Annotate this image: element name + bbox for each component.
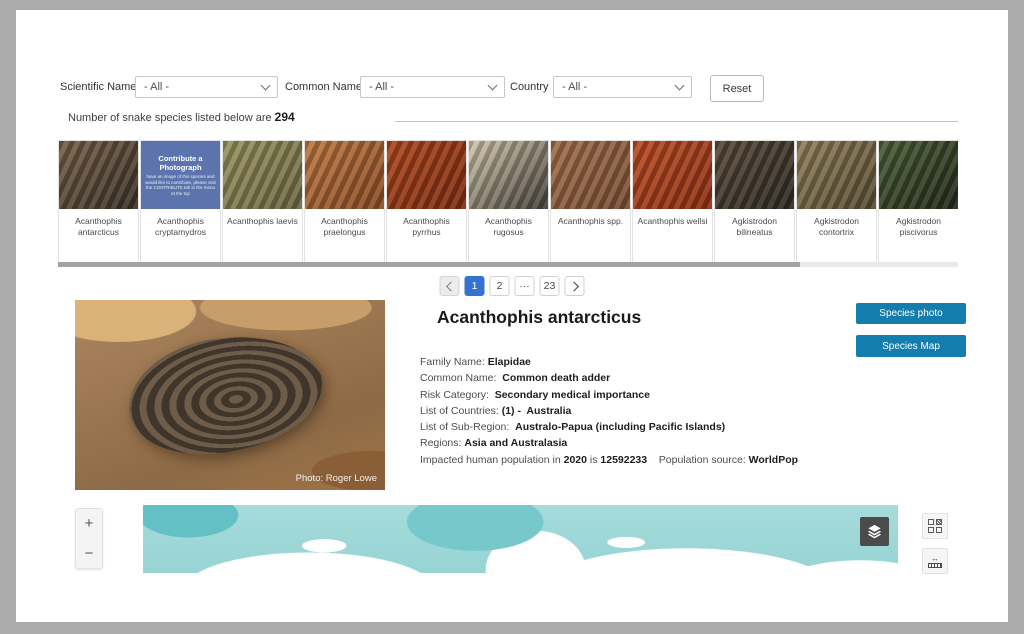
species-card[interactable]: Contribute a Photograph have an image of …	[140, 140, 221, 263]
filter-bar: Scientific Name - All - Common Name - Al…	[16, 76, 1008, 100]
detail-row: Risk Category: Secondary medical importa…	[420, 387, 850, 403]
species-thumbnail	[387, 141, 466, 209]
pagination-page-2[interactable]: 2	[490, 276, 510, 296]
layers-button[interactable]	[860, 517, 889, 546]
species-card-label: Acanthophis laevis	[223, 209, 302, 227]
ruler-icon	[928, 563, 942, 568]
layers-icon	[866, 523, 883, 540]
reset-button[interactable]: Reset	[710, 75, 764, 102]
species-thumbnail	[223, 141, 302, 209]
chevron-down-icon	[675, 81, 685, 91]
pagination-prev-button[interactable]	[440, 276, 460, 296]
detail-row: Common Name: Common death adder	[420, 370, 850, 386]
divider	[395, 121, 958, 122]
species-card-label: Agkistrodon contortrix	[797, 209, 876, 238]
species-card-label: Acanthophis rugosus	[469, 209, 548, 238]
species-card-label: Agkistrodon piscivorus	[879, 209, 958, 238]
species-card[interactable]: Acanthophis praelongus	[304, 140, 385, 263]
detail-row: List of Countries: (1) - Australia	[420, 403, 850, 419]
species-card[interactable]: Acanthophis wellsi	[632, 140, 713, 263]
carousel-scrollbar-track[interactable]	[58, 262, 958, 267]
species-card[interactable]: Acanthophis spp.	[550, 140, 631, 263]
common-name-value: - All -	[369, 81, 394, 93]
detail-row: Impacted human population in 2020 is 125…	[420, 452, 850, 468]
country-value: - All -	[562, 81, 587, 93]
species-thumbnail	[469, 141, 548, 209]
country-select[interactable]: - All -	[553, 76, 692, 98]
species-card[interactable]: Acanthophis rugosus	[468, 140, 549, 263]
map-zoom-control: + −	[75, 508, 103, 569]
pagination-page-1[interactable]: 1	[465, 276, 485, 296]
species-card[interactable]: Agkistrodon piscivorus	[878, 140, 958, 263]
snake-illustration	[121, 325, 330, 465]
species-photo: Photo: Roger Lowe	[75, 300, 385, 490]
species-thumbnail	[797, 141, 876, 209]
species-map[interactable]	[143, 505, 898, 573]
species-thumbnail: Contribute a Photograph have an image of …	[141, 141, 220, 209]
species-map-button[interactable]: Species Map	[856, 335, 966, 357]
zoom-in-button[interactable]: +	[76, 509, 102, 539]
detail-row: Family Name: Elapidae	[420, 354, 850, 370]
species-action-buttons: Species photo Species Map	[856, 303, 966, 357]
measure-icon: ↔	[931, 555, 939, 562]
species-thumbnail	[59, 141, 138, 209]
species-count-value: 294	[275, 110, 295, 124]
detail-row: List of Sub-Region: Australo-Papua (incl…	[420, 419, 850, 435]
carousel-scrollbar-thumb[interactable]	[58, 262, 800, 267]
scientific-name-select[interactable]: - All -	[135, 76, 278, 98]
pagination: 12···23	[440, 276, 585, 296]
scientific-name-label: Scientific Name	[60, 81, 136, 93]
species-card[interactable]: Agkistrodon bilineatus	[714, 140, 795, 263]
contribute-text: have an image of this species and would …	[144, 174, 217, 196]
species-card-label: Acanthophis spp.	[551, 209, 630, 227]
photo-credit: Photo: Roger Lowe	[296, 473, 377, 484]
species-details: Family Name: ElapidaeCommon Name: Common…	[420, 354, 850, 468]
species-title: Acanthophis antarcticus	[437, 307, 641, 328]
basemap-gallery-icon	[928, 519, 942, 533]
chevron-right-icon	[569, 281, 579, 291]
species-thumbnail	[633, 141, 712, 209]
species-card[interactable]: Acanthophis laevis	[222, 140, 303, 263]
species-thumbnail	[879, 141, 958, 209]
zoom-out-button[interactable]: −	[76, 539, 102, 569]
chevron-down-icon	[488, 81, 498, 91]
species-card[interactable]: Acanthophis pyrrhus	[386, 140, 467, 263]
species-photo-button[interactable]: Species photo	[856, 303, 966, 324]
pagination-ellipsis[interactable]: ···	[515, 276, 535, 296]
chevron-left-icon	[446, 281, 456, 291]
species-thumbnail	[551, 141, 630, 209]
contribute-title: Contribute a Photograph	[144, 154, 217, 172]
common-name-label: Common Name	[285, 81, 362, 93]
species-card-label: Agkistrodon bilineatus	[715, 209, 794, 238]
species-carousel: Acanthophis antarcticus Contribute a Pho…	[58, 140, 958, 263]
species-card-label: Acanthophis wellsi	[633, 209, 712, 227]
species-card-label: Acanthophis pyrrhus	[387, 209, 466, 238]
detail-row: Regions: Asia and Australasia	[420, 435, 850, 451]
page-background: Scientific Name - All - Common Name - Al…	[16, 10, 1008, 622]
species-count-line: Number of snake species listed below are…	[68, 110, 295, 124]
pagination-page-23[interactable]: 23	[540, 276, 560, 296]
species-card[interactable]: Acanthophis antarcticus	[58, 140, 139, 263]
pagination-next-button[interactable]	[565, 276, 585, 296]
app-window: Scientific Name - All - Common Name - Al…	[0, 0, 1024, 634]
species-thumbnail	[715, 141, 794, 209]
measure-button[interactable]: ↔	[922, 548, 948, 574]
species-count-prefix: Number of snake species listed below are	[68, 112, 275, 124]
species-card-label: Acanthophis praelongus	[305, 209, 384, 238]
species-card-label: Acanthophis antarcticus	[59, 209, 138, 238]
species-card[interactable]: Agkistrodon contortrix	[796, 140, 877, 263]
country-label: Country	[510, 81, 549, 93]
scientific-name-value: - All -	[144, 81, 169, 93]
basemap-gallery-button[interactable]	[922, 513, 948, 539]
common-name-select[interactable]: - All -	[360, 76, 505, 98]
species-card-label: Acanthophis cryptamydros	[141, 209, 220, 238]
species-thumbnail	[305, 141, 384, 209]
chevron-down-icon	[261, 81, 271, 91]
